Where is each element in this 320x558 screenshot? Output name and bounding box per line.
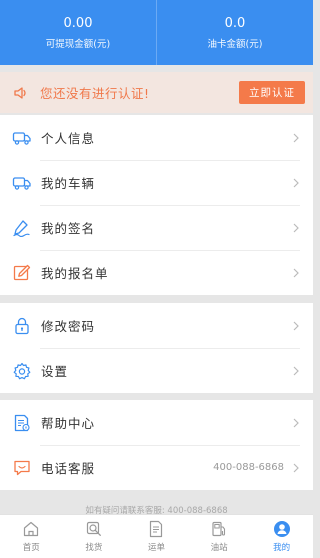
truck-icon bbox=[12, 128, 32, 148]
menu-item-label: 我的报名单 bbox=[41, 266, 109, 281]
menu-item-label: 帮助中心 bbox=[41, 416, 96, 431]
support-phone-number: 400-088-6868 bbox=[213, 462, 284, 473]
menu-group-support: 帮助中心 电话客服 400-088-6868 bbox=[0, 400, 313, 490]
withdrawable-label: 可提现金额(元) bbox=[45, 39, 111, 50]
tab-label: 油站 bbox=[210, 543, 228, 553]
signature-pen-icon bbox=[12, 218, 32, 238]
chevron-right-icon bbox=[293, 366, 299, 375]
chevron-right-icon bbox=[293, 178, 299, 187]
home-icon bbox=[24, 521, 39, 537]
profile-icon bbox=[273, 521, 290, 537]
chevron-right-icon bbox=[293, 133, 299, 142]
gear-icon bbox=[12, 361, 32, 381]
menu-group-security: 修改密码 设置 bbox=[0, 303, 313, 393]
menu-item-label: 个人信息 bbox=[41, 131, 96, 146]
waybill-icon bbox=[150, 520, 163, 538]
menu-item-label: 电话客服 bbox=[41, 461, 96, 476]
bottom-tab-bar: 首页 找货 运单 油站 我的 bbox=[0, 514, 313, 558]
tab-label: 运单 bbox=[147, 543, 165, 553]
menu-item-personal-info[interactable]: 个人信息 bbox=[0, 115, 313, 160]
fuel-station-icon bbox=[212, 521, 226, 537]
fuel-card-value: 0.0 bbox=[224, 16, 246, 31]
withdrawable-balance[interactable]: 0.00 可提现金额(元) bbox=[0, 0, 156, 65]
chevron-right-icon bbox=[293, 321, 299, 330]
menu-item-change-password[interactable]: 修改密码 bbox=[0, 303, 313, 348]
menu-item-label: 修改密码 bbox=[41, 319, 96, 334]
menu-item-my-registrations[interactable]: 我的报名单 bbox=[0, 250, 313, 295]
account-summary-header: 0.00 可提现金额(元) 0.0 油卡金额(元) bbox=[0, 0, 313, 65]
tab-label: 首页 bbox=[22, 543, 40, 553]
tab-waybill[interactable]: 运单 bbox=[125, 515, 188, 558]
find-goods-icon bbox=[86, 521, 101, 536]
verify-now-button[interactable]: 立即认证 bbox=[239, 81, 305, 104]
menu-item-label: 我的签名 bbox=[41, 221, 96, 236]
menu-item-label: 我的车辆 bbox=[41, 176, 96, 191]
help-document-icon bbox=[12, 413, 32, 433]
withdrawable-value: 0.00 bbox=[63, 16, 93, 31]
verification-banner: 您还没有进行认证! 立即认证 bbox=[0, 72, 313, 113]
tab-find-goods[interactable]: 找货 bbox=[63, 515, 126, 558]
menu-item-help-center[interactable]: 帮助中心 bbox=[0, 400, 313, 445]
lock-icon bbox=[12, 316, 32, 336]
fuel-card-label: 油卡金额(元) bbox=[207, 39, 263, 50]
chat-icon bbox=[12, 458, 32, 478]
menu-group-profile: 个人信息 我的车辆 我的签名 我的报名单 bbox=[0, 115, 313, 295]
chevron-right-icon bbox=[293, 268, 299, 277]
chevron-right-icon bbox=[293, 463, 299, 472]
menu-item-label: 设置 bbox=[41, 364, 69, 379]
menu-item-phone-support[interactable]: 电话客服 400-088-6868 bbox=[0, 445, 313, 490]
tab-fuel-station[interactable]: 油站 bbox=[188, 515, 251, 558]
fuel-card-balance[interactable]: 0.0 油卡金额(元) bbox=[156, 0, 313, 65]
tab-label: 我的 bbox=[273, 543, 291, 553]
menu-item-my-vehicles[interactable]: 我的车辆 bbox=[0, 160, 313, 205]
chevron-right-icon bbox=[293, 418, 299, 427]
verification-message: 您还没有进行认证! bbox=[40, 86, 150, 101]
truck-icon bbox=[12, 173, 32, 193]
edit-form-icon bbox=[12, 263, 32, 283]
menu-item-my-signature[interactable]: 我的签名 bbox=[0, 205, 313, 250]
speaker-icon bbox=[14, 86, 26, 99]
tab-profile[interactable]: 我的 bbox=[250, 515, 313, 558]
menu-item-settings[interactable]: 设置 bbox=[0, 348, 313, 393]
tab-label: 找货 bbox=[85, 543, 103, 553]
tab-home[interactable]: 首页 bbox=[0, 515, 63, 558]
chevron-right-icon bbox=[293, 223, 299, 232]
